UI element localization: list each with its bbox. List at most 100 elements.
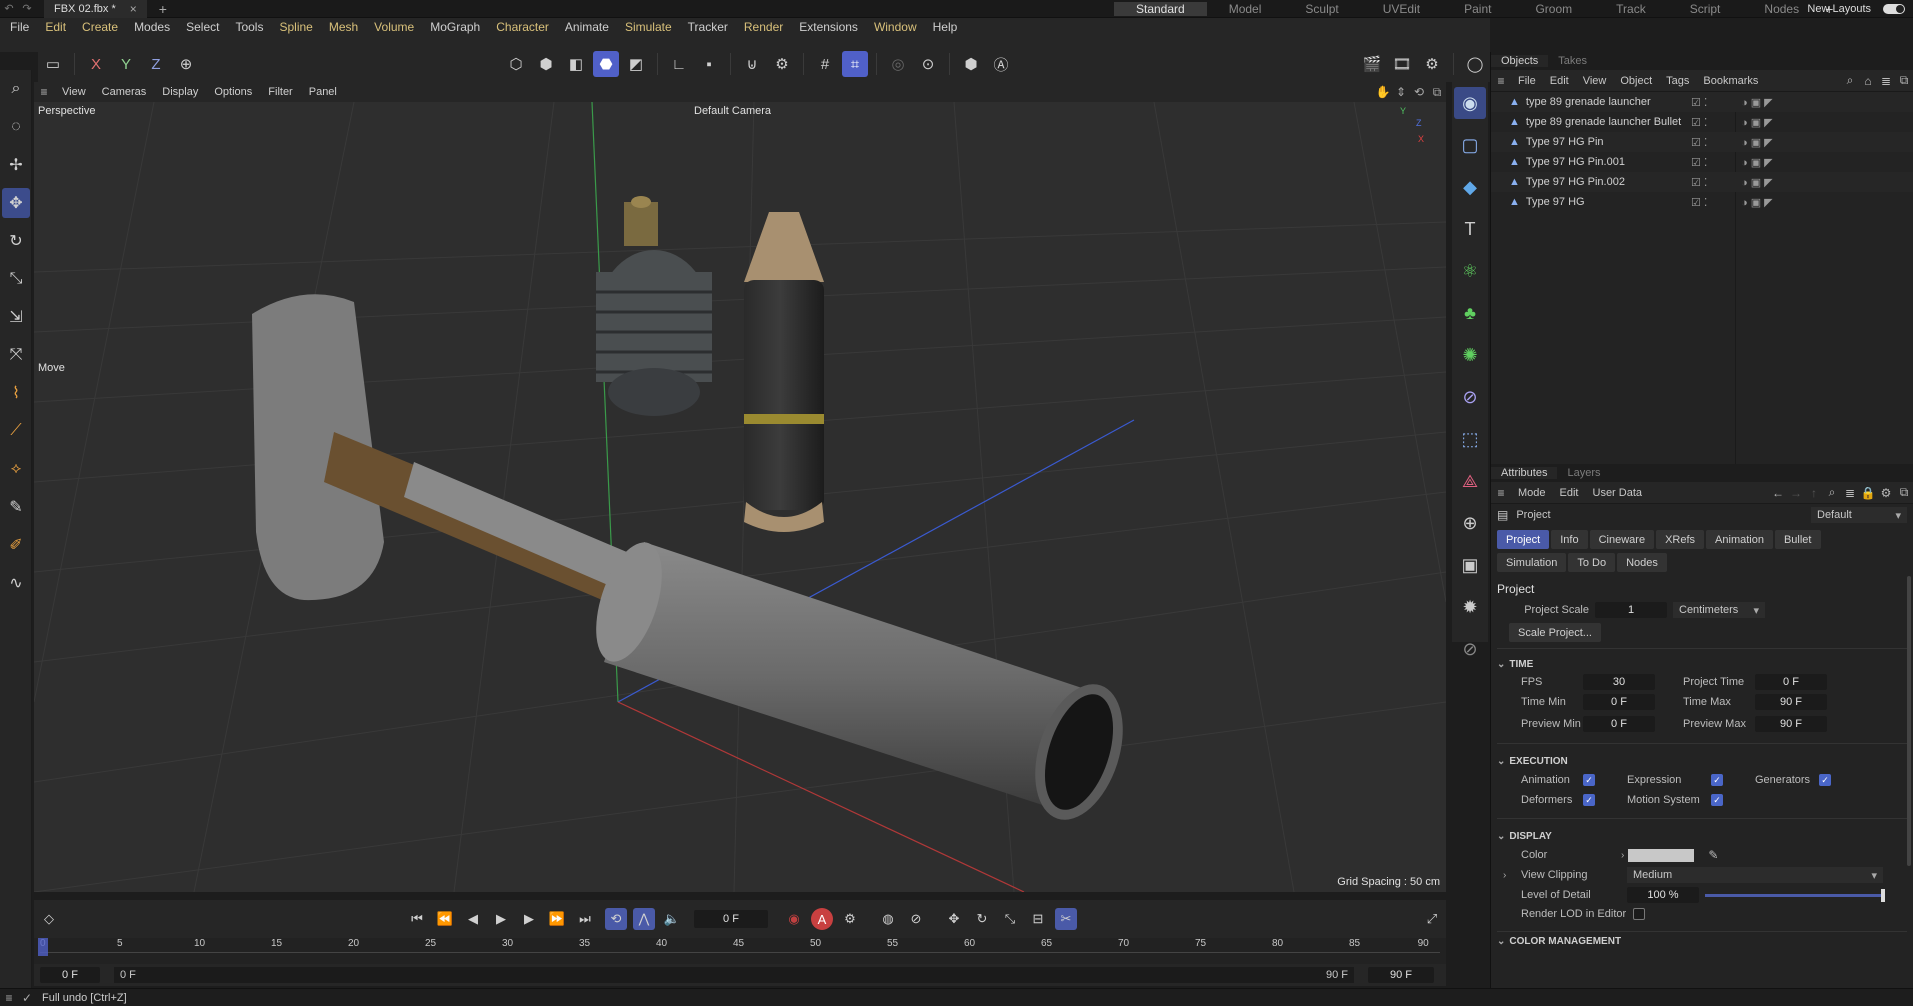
visibility-toggle-icon[interactable]: ☑ ⁚ <box>1691 96 1707 109</box>
menu-modes[interactable]: Modes <box>126 20 178 34</box>
shell-model[interactable] <box>744 212 824 532</box>
snap-settings-icon[interactable]: ⚙ <box>769 51 795 77</box>
animation-checkbox[interactable]: ✓ <box>1583 774 1595 786</box>
spline-pen-icon[interactable]: ⟁ <box>1454 465 1486 497</box>
project-time-field[interactable]: 0 F <box>1755 674 1827 690</box>
attr-tab-project[interactable]: Project <box>1497 530 1550 549</box>
up-arrow-icon[interactable]: ↑ <box>1805 486 1823 500</box>
object-row[interactable]: ▲ type 89 grenade launcher ☑ ⁚ ◑ ▣ ◤ <box>1491 92 1913 112</box>
magnet-icon[interactable]: ∿ <box>2 568 30 598</box>
chevron-right-icon[interactable]: › <box>1503 870 1521 881</box>
project-scale-field[interactable]: 1 <box>1595 602 1667 618</box>
key-rotate-icon[interactable]: ↻ <box>971 908 993 930</box>
symmetry-icon[interactable]: ◎ <box>885 51 911 77</box>
menu-tools[interactable]: Tools <box>227 20 271 34</box>
objects-home-icon[interactable]: ⌂ <box>1859 74 1877 88</box>
interactive-render-icon[interactable]: ◯ <box>1462 51 1488 77</box>
menu-volume[interactable]: Volume <box>366 20 422 34</box>
prev-frame-icon[interactable]: ◀ <box>462 908 484 930</box>
objects-menu-bookmarks[interactable]: Bookmarks <box>1696 75 1765 87</box>
maximize-view-icon[interactable]: ⧉ <box>1428 85 1446 100</box>
close-tab-icon[interactable]: × <box>130 2 137 16</box>
scale-project-button[interactable]: Scale Project... <box>1509 623 1601 642</box>
motion-system-checkbox[interactable]: ✓ <box>1711 794 1723 806</box>
light-icon[interactable]: ✹ <box>1454 591 1486 623</box>
axis-x-toggle[interactable]: X <box>83 51 109 77</box>
execution-section-header[interactable]: ⌄ EXECUTION <box>1497 752 1907 770</box>
objects-menu-tags[interactable]: Tags <box>1659 75 1696 87</box>
objects-menu-view[interactable]: View <box>1576 75 1614 87</box>
attr-tab-simulation[interactable]: Simulation <box>1497 553 1567 572</box>
attr-tab-cineware[interactable]: Cineware <box>1589 530 1655 549</box>
snap-magnet-icon[interactable]: ⊍ <box>739 51 765 77</box>
objects-menu-edit[interactable]: Edit <box>1543 75 1576 87</box>
layout-tab-paint[interactable]: Paint <box>1442 2 1513 16</box>
visibility-toggle-icon[interactable]: ☑ ⁚ <box>1691 176 1707 189</box>
layout-tab-script[interactable]: Script <box>1668 2 1743 16</box>
status-menu-icon[interactable]: ≡ <box>0 991 18 1005</box>
visibility-toggle-icon[interactable]: ☑ ⁚ <box>1691 136 1707 149</box>
attr-tab-info[interactable]: Info <box>1551 530 1588 549</box>
viewport-menu-display[interactable]: Display <box>154 86 206 98</box>
menu-mesh[interactable]: Mesh <box>321 20 366 34</box>
key-pla-icon[interactable]: ✂ <box>1055 908 1077 930</box>
object-row[interactable]: ▲ Type 97 HG Pin ☑ ⁚ ◑ ▣ ◤ <box>1491 132 1913 152</box>
layout-tab-track[interactable]: Track <box>1594 2 1668 16</box>
keyframe-icon[interactable]: ◇ <box>38 908 60 930</box>
objects-menu-object[interactable]: Object <box>1613 75 1659 87</box>
solo-icon[interactable]: ▪ <box>696 51 722 77</box>
placement-tool-icon[interactable]: ⤧ <box>2 340 30 370</box>
end-frame-field[interactable]: 90 F <box>1368 967 1434 983</box>
key-move-icon[interactable]: ✥ <box>943 908 965 930</box>
menu-file[interactable]: File <box>2 20 37 34</box>
prev-key-icon[interactable]: ⏪ <box>434 908 456 930</box>
display-section-header[interactable]: ⌄ DISPLAY <box>1497 827 1907 845</box>
attr-tab-animation[interactable]: Animation <box>1706 530 1773 549</box>
attributes-filter-icon[interactable]: ≣ <box>1841 486 1859 500</box>
layout-tab-standard[interactable]: Standard <box>1114 2 1207 16</box>
render-lod-checkbox[interactable] <box>1633 908 1645 920</box>
pan-view-icon[interactable]: ✋ <box>1374 85 1392 99</box>
coordinate-system-icon[interactable]: ⊕ <box>173 51 199 77</box>
visibility-toggle-icon[interactable]: ☑ ⁚ <box>1691 116 1707 129</box>
sound-icon[interactable]: 🔈 <box>661 908 683 930</box>
render-region-icon[interactable]: ⬢ <box>958 51 984 77</box>
edges-mode-icon[interactable]: ⬢ <box>533 51 559 77</box>
key-position-icon[interactable]: ◍ <box>877 908 899 930</box>
viewport-hamburger-icon[interactable]: ≡ <box>34 85 54 99</box>
material-tags-icon[interactable]: ◑ ▣ ◤ <box>1741 136 1773 149</box>
object-row[interactable]: ▲ Type 97 HG Pin.001 ☑ ⁚ ◑ ▣ ◤ <box>1491 152 1913 172</box>
timeline-graph-icon[interactable]: ⤢ <box>1421 908 1443 930</box>
project-scale-unit-dropdown[interactable]: Centimeters ▾ <box>1673 602 1765 618</box>
objects-filter-icon[interactable]: ≣ <box>1877 74 1895 88</box>
slider-handle[interactable] <box>1881 888 1885 902</box>
null-object-icon[interactable]: ▢ <box>1454 129 1486 161</box>
tag-icon[interactable]: ⊘ <box>1454 633 1486 665</box>
model-mode-icon[interactable]: ▭ <box>40 51 66 77</box>
chevron-right-icon[interactable]: › <box>1621 850 1624 861</box>
effector-icon[interactable]: ✺ <box>1454 339 1486 371</box>
visibility-toggle-icon[interactable]: ☑ ⁚ <box>1691 156 1707 169</box>
layout-tab-groom[interactable]: Groom <box>1513 2 1594 16</box>
object-row[interactable]: ▲ Type 97 HG ☑ ⁚ ◑ ▣ ◤ <box>1491 192 1913 212</box>
live-selection-icon[interactable]: ◌ <box>2 112 30 142</box>
menu-edit[interactable]: Edit <box>37 20 74 34</box>
layout-tab-uvedit[interactable]: UVEdit <box>1361 2 1442 16</box>
bevel-icon[interactable]: ⟋ <box>2 416 30 446</box>
objects-expand-icon[interactable]: ⧉ <box>1895 73 1913 88</box>
tab-layers[interactable]: Layers <box>1557 467 1610 479</box>
brush-icon[interactable]: ✎ <box>2 492 30 522</box>
attributes-lock-icon[interactable]: 🔒 <box>1859 486 1877 500</box>
knife-icon[interactable]: ⌇ <box>2 378 30 408</box>
objects-menu-file[interactable]: File <box>1511 75 1543 87</box>
tab-attributes[interactable]: Attributes <box>1491 467 1558 479</box>
redo-icon[interactable]: ↷ <box>18 2 36 15</box>
menu-mograph[interactable]: MoGraph <box>422 20 488 34</box>
visibility-toggle-icon[interactable]: ☑ ⁚ <box>1691 196 1707 209</box>
menu-create[interactable]: Create <box>74 20 126 34</box>
playhead[interactable] <box>38 938 48 956</box>
camera-object-icon[interactable]: ◉ <box>1454 87 1486 119</box>
orbit-view-icon[interactable]: ⟲ <box>1410 85 1428 99</box>
grenade-model[interactable] <box>596 196 712 416</box>
tab-takes[interactable]: Takes <box>1548 55 1597 67</box>
